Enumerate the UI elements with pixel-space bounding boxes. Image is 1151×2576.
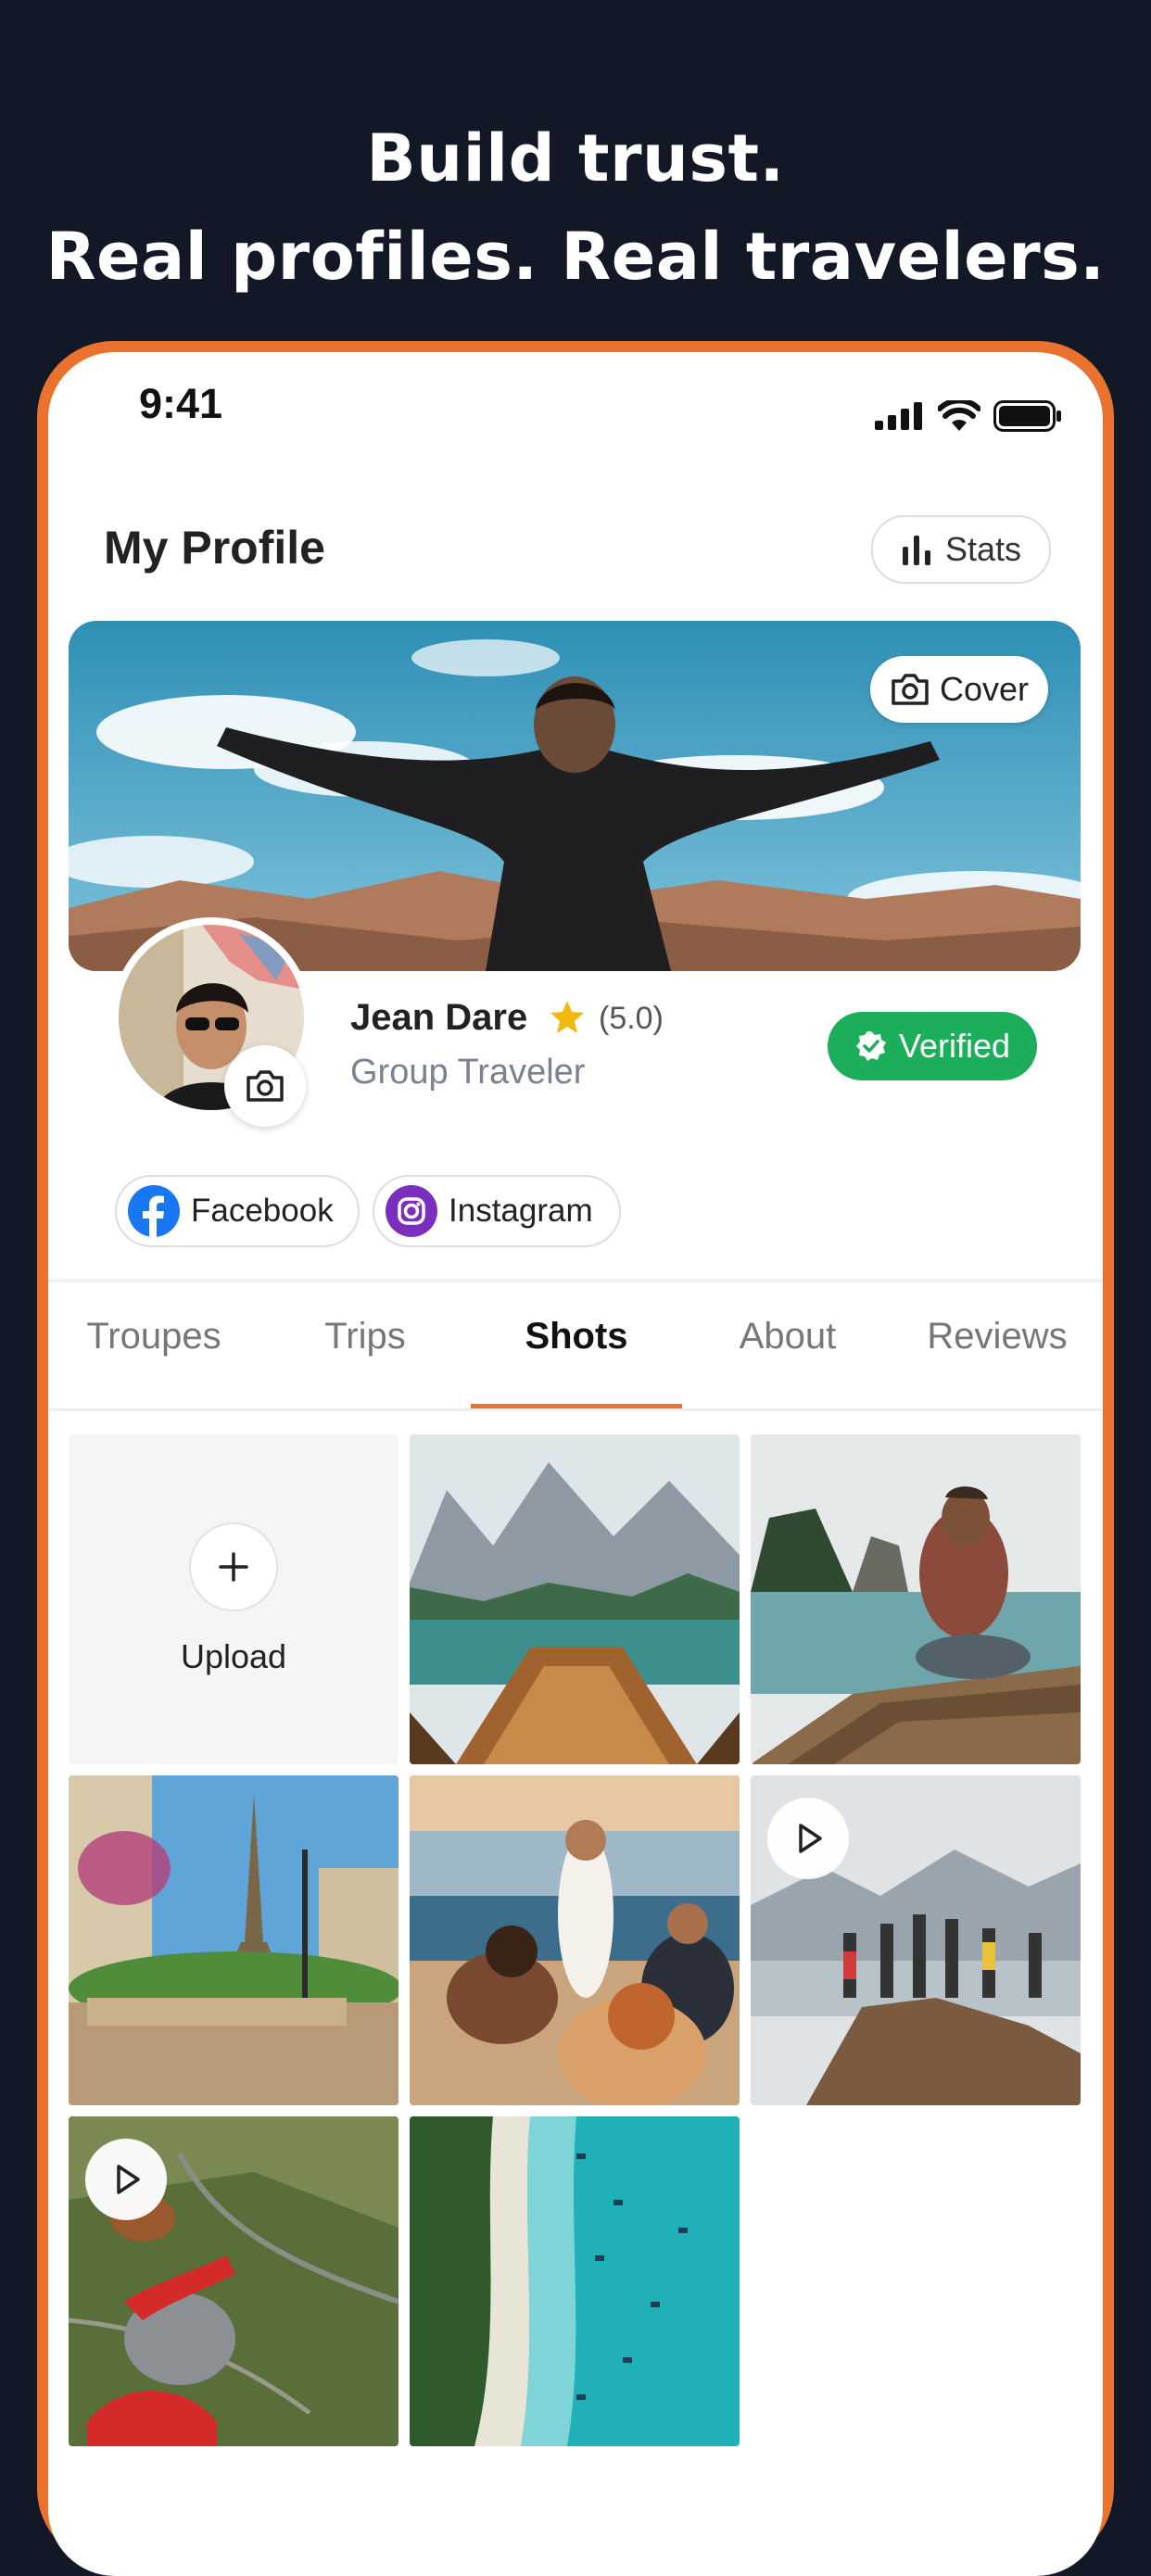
play-button[interactable]: [767, 1798, 849, 1879]
camera-icon: [247, 1070, 284, 1102]
play-icon: [117, 2165, 140, 2194]
play-icon: [799, 1824, 822, 1853]
play-button[interactable]: [85, 2139, 167, 2220]
star-icon: [550, 1001, 584, 1033]
profile-role: Group Traveler: [350, 1053, 586, 1092]
profile-tabs: Troupes Trips Shots About Reviews: [48, 1316, 1103, 1392]
shot-thumbnail[interactable]: [410, 1775, 740, 2105]
battery-icon: [993, 400, 1061, 432]
verified-badge: Verified: [828, 1012, 1037, 1080]
facebook-link[interactable]: Facebook: [115, 1175, 360, 1247]
wifi-icon: [938, 400, 980, 431]
tab-reviews[interactable]: Reviews: [892, 1316, 1103, 1357]
change-avatar-button[interactable]: [224, 1045, 306, 1127]
plus-icon: [219, 1552, 248, 1582]
shot-thumbnail[interactable]: [751, 1434, 1081, 1764]
facebook-icon: [128, 1185, 180, 1237]
shot-thumbnail[interactable]: [69, 1775, 398, 2105]
page-title: My Profile: [104, 522, 325, 574]
status-icons: [875, 400, 1062, 432]
tab-shots[interactable]: Shots: [471, 1316, 682, 1357]
upload-tile[interactable]: Upload: [69, 1434, 398, 1764]
headline-line-2: Real profiles. Real travelers.: [45, 219, 1106, 295]
status-time: 9:41: [139, 380, 223, 427]
headline: Build trust. Real profiles. Real travele…: [0, 109, 1151, 306]
section-divider: [48, 1279, 1103, 1282]
stats-button[interactable]: Stats: [871, 515, 1051, 584]
stats-label: Stats: [944, 530, 1022, 568]
tab-about[interactable]: About: [682, 1316, 893, 1357]
verified-label: Verified: [898, 1027, 1011, 1065]
change-cover-button[interactable]: Cover: [870, 656, 1048, 723]
instagram-label: Instagram: [449, 1193, 593, 1229]
phone-screen: 9:41 My Profile Stats Cover Jean Dare (5…: [48, 352, 1103, 2576]
shot-thumbnail[interactable]: [410, 2116, 740, 2446]
profile-rating: (5.0): [599, 1001, 664, 1036]
active-tab-indicator: [471, 1404, 682, 1408]
instagram-link[interactable]: Instagram: [373, 1175, 621, 1247]
bar-chart-icon: [902, 536, 930, 565]
camera-icon: [892, 674, 929, 705]
tab-trips[interactable]: Trips: [259, 1316, 471, 1357]
tab-troupes[interactable]: Troupes: [48, 1316, 259, 1357]
upload-label: Upload: [180, 1637, 287, 1675]
verified-check-icon: [855, 1031, 886, 1061]
shot-thumbnail[interactable]: [410, 1434, 740, 1764]
headline-line-1: Build trust.: [366, 120, 785, 196]
facebook-label: Facebook: [191, 1193, 334, 1229]
cover-label: Cover: [939, 670, 1030, 708]
tabs-border: [48, 1408, 1103, 1411]
instagram-icon: [386, 1185, 437, 1237]
profile-name: Jean Dare: [350, 997, 528, 1038]
shot-thumbnail[interactable]: [751, 1775, 1081, 2105]
upload-button[interactable]: [189, 1522, 278, 1611]
signal-icon: [875, 402, 922, 430]
shot-thumbnail[interactable]: [69, 2116, 398, 2446]
